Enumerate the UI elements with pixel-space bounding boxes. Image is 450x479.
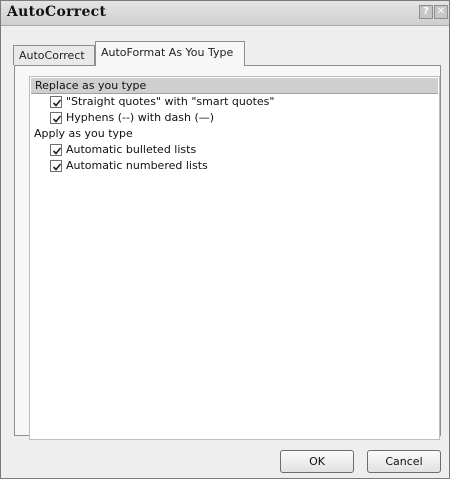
section-header-replace: Replace as you type	[31, 78, 438, 94]
option-label: Automatic numbered lists	[66, 159, 208, 172]
checkbox-hyphens-dash[interactable]	[50, 112, 62, 124]
checkmark-icon	[52, 99, 62, 107]
checkmark-icon	[52, 115, 62, 123]
section-label-apply: Apply as you type	[34, 127, 133, 140]
checkmark-icon	[52, 163, 62, 171]
option-label: Automatic bulleted lists	[66, 143, 197, 156]
checkbox-bulleted-lists[interactable]	[50, 144, 62, 156]
cancel-button[interactable]: Cancel	[367, 450, 441, 473]
help-icon[interactable]: ?	[419, 5, 433, 19]
close-icon[interactable]: ✕	[434, 5, 448, 19]
tab-autoformat-as-you-type[interactable]: AutoFormat As You Type	[95, 41, 245, 66]
tab-autocorrect[interactable]: AutoCorrect	[13, 45, 95, 65]
checkbox-smart-quotes[interactable]	[50, 96, 62, 108]
autocorrect-dialog: AutoCorrect ? ✕ AutoCorrect AutoFormat A…	[0, 0, 450, 479]
options-list: Replace as you type "Straight quotes" wi…	[29, 76, 440, 440]
checkbox-numbered-lists[interactable]	[50, 160, 62, 172]
ok-button[interactable]: OK	[280, 450, 354, 473]
option-label: Hyphens (--) with dash (—)	[66, 111, 215, 124]
title-bar: AutoCorrect ? ✕	[1, 1, 449, 26]
checkmark-icon	[52, 147, 62, 155]
option-label: "Straight quotes" with "smart quotes"	[66, 95, 275, 108]
tab-panel: Replace as you type "Straight quotes" wi…	[14, 65, 441, 440]
window-title: AutoCorrect	[7, 4, 107, 20]
